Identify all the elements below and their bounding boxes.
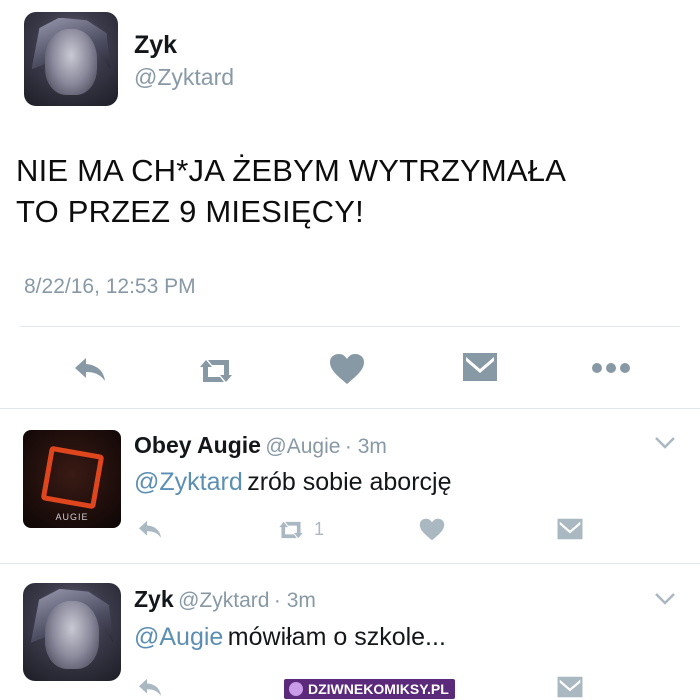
more-icon[interactable] [591, 362, 631, 374]
tweet-text-line: TO PRZEZ 9 MIESIĘCY! [16, 194, 364, 229]
watermark-badge: DZIWNEKOMIKSY.PL [284, 679, 455, 699]
augie-logo-icon [40, 445, 104, 509]
reply-text: @Zyktard zrób sobie aborcję [134, 468, 451, 497]
avatar-label: AUGIE [55, 512, 89, 523]
reply-icon[interactable] [136, 518, 164, 540]
reply-time: · 3m [344, 435, 387, 458]
divider [20, 326, 680, 327]
reply-icon[interactable] [72, 354, 108, 384]
like-icon[interactable] [329, 353, 365, 385]
avatar[interactable] [24, 12, 118, 106]
tweet-text-line: NIE MA CH*JA ŻEBYM WYTRZYMAŁA [16, 153, 567, 188]
mention-link[interactable]: @Zyktard [134, 468, 243, 496]
dm-icon[interactable] [556, 518, 584, 540]
user-handle[interactable]: @Zyktard [178, 589, 269, 612]
watermark-text: DZIWNEKOMIKSY.PL [308, 681, 449, 697]
chevron-down-icon[interactable] [654, 436, 676, 450]
reply-icon[interactable] [136, 676, 164, 698]
divider [0, 563, 700, 564]
avatar[interactable] [23, 583, 121, 681]
display-name[interactable]: Obey Augie [134, 432, 261, 458]
user-handle[interactable]: @Zyktard [134, 64, 234, 91]
dm-icon[interactable] [556, 676, 584, 698]
avatar-face [44, 600, 100, 670]
tweet-text: NIE MA CH*JA ŻEBYM WYTRZYMAŁA TO PRZEZ 9… [16, 150, 566, 232]
dm-icon[interactable] [462, 352, 498, 382]
tweet-timestamp: 8/22/16, 12:53 PM [24, 275, 196, 298]
avatar-face [44, 28, 98, 95]
reply-body: zrób sobie aborcję [247, 468, 452, 496]
user-handle[interactable]: @Augie [265, 435, 340, 458]
display-name[interactable]: Zyk [134, 586, 174, 612]
reply-body: mówiłam o szkole... [227, 623, 446, 651]
retweet-count: 1 [314, 519, 325, 539]
mention-link[interactable]: @Augie [134, 623, 223, 651]
divider [0, 408, 700, 409]
chevron-down-icon[interactable] [654, 592, 676, 606]
display-name[interactable]: Zyk [134, 31, 177, 60]
reply-time: · 3m [273, 589, 316, 612]
retweet-icon[interactable] [274, 519, 308, 541]
like-icon[interactable] [419, 518, 445, 541]
retweet-icon[interactable] [194, 356, 238, 386]
watermark-logo-icon [289, 682, 303, 696]
reply-header: Obey Augie @Augie · 3m [134, 432, 387, 459]
reply-header: Zyk @Zyktard · 3m [134, 586, 316, 613]
reply-text: @Augie mówiłam o szkole... [134, 623, 446, 652]
avatar[interactable]: AUGIE [23, 430, 121, 528]
